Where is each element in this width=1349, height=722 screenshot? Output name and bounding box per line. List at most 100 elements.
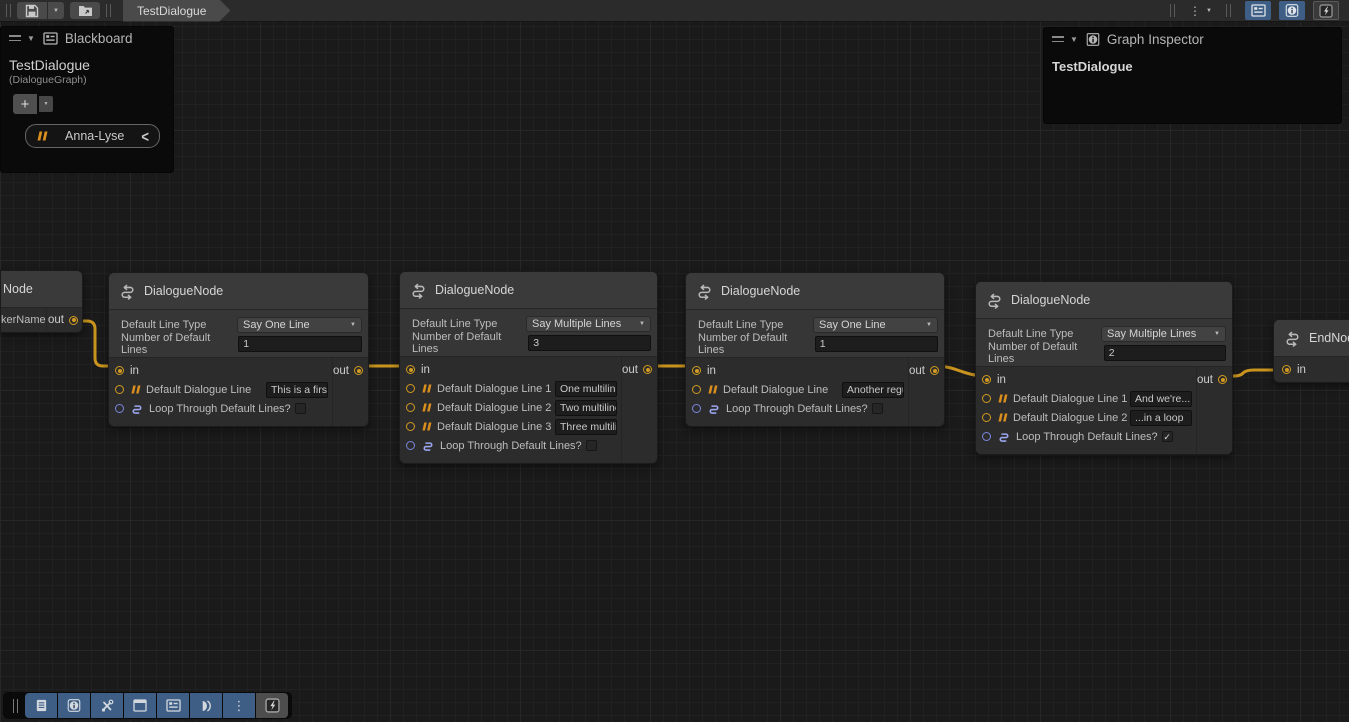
plugin-button-bottom[interactable] [256,693,288,718]
start-node[interactable]: Node kerName out [0,270,83,333]
loop-checkbox[interactable] [295,403,306,414]
property-expand-chevron[interactable]: < [141,127,149,145]
transition-button[interactable] [190,693,222,718]
dialogue-line-port[interactable] [982,413,991,422]
num-lines-field[interactable]: 2 [1104,345,1226,361]
in-port-label: in [997,374,1006,386]
in-port[interactable] [115,366,124,375]
dialogue-line-field[interactable]: Two multiline [555,400,617,416]
blackboard-button[interactable] [157,693,189,718]
kebab-icon: ⋮ [233,699,246,712]
dialogue-line-port[interactable] [115,385,124,394]
out-port-label: out [909,365,925,377]
graph-inspector-collapse-arrow[interactable]: ▼ [1070,35,1078,44]
blackboard-drag-handle[interactable] [9,35,21,41]
num-lines-field[interactable]: 1 [238,336,362,352]
dialogue-line-label: Default Dialogue Line [146,384,251,396]
blackboard-property-anna-lyse[interactable]: Anna-Lyse < [25,124,160,148]
line-type-dropdown[interactable]: Say One Line ▼ [813,317,938,333]
loop-port[interactable] [982,432,991,441]
dialogue-line-port[interactable] [406,384,415,393]
in-port-label: in [130,365,139,377]
loop-port[interactable] [406,441,415,450]
dialogue-line-port[interactable] [692,385,701,394]
save-button[interactable] [17,2,47,19]
dialogue-node-3[interactable]: DialogueNode Default Line Type Say One L… [685,272,945,427]
dialogue-line-field[interactable]: ...in a loop [1130,410,1192,426]
window-icon [133,699,147,712]
dialogue-node-4[interactable]: DialogueNode Default Line Type Say Multi… [975,281,1233,455]
toolbar-drag-handle[interactable] [6,4,11,17]
half-circle-icon [199,699,213,713]
dialogue-line-port[interactable] [406,403,415,412]
out-port[interactable] [354,366,363,375]
node-title: DialogueNode [435,283,514,297]
end-node[interactable]: EndNode in [1273,319,1349,383]
blackboard-graph-name: TestDialogue [1,49,173,73]
node-header: Node [1,271,82,308]
out-port[interactable] [69,316,78,325]
dialogue-line-field[interactable]: One multiline [555,381,617,397]
out-port[interactable] [643,365,652,374]
tools-button[interactable] [91,693,123,718]
lightning-icon [265,698,280,713]
open-asset-button[interactable] [70,2,100,19]
in-port[interactable] [692,366,701,375]
loop-checkbox[interactable] [872,403,883,414]
tools-icon [100,699,114,713]
toolbar-options-button[interactable]: ⋮ ▼ [1181,2,1220,19]
loop-label: Loop Through Default Lines? [726,403,868,415]
loop-port[interactable] [692,404,701,413]
lightning-icon [1319,4,1333,18]
loop-checkbox[interactable] [586,440,597,451]
line-type-value: Say Multiple Lines [1107,328,1196,340]
tab-testdialogue[interactable]: TestDialogue [123,0,230,22]
node-header: DialogueNode [976,282,1232,319]
dialogue-line-field[interactable]: Three multili [555,419,617,435]
graph-inspector-drag-handle[interactable] [1052,36,1064,42]
plugin-button[interactable] [1313,1,1339,20]
graph-inspector-header[interactable]: ▼ Graph Inspector [1044,28,1341,50]
quote-icon [997,413,1008,422]
dialogue-line-field[interactable]: Another regu [842,382,904,398]
line-type-dropdown[interactable]: Say Multiple Lines ▼ [1101,326,1226,342]
blackboard-panel[interactable]: ▼ Blackboard TestDialogue (DialogueGraph… [0,26,174,173]
node-header: DialogueNode [686,273,944,310]
window-button[interactable] [124,693,156,718]
out-port[interactable] [1218,375,1227,384]
add-property-caret[interactable]: ▼ [39,96,53,112]
num-lines-field[interactable]: 3 [528,335,651,351]
dialogue-node-1[interactable]: DialogueNode Default Line Type Say One L… [108,272,369,427]
out-port[interactable] [930,366,939,375]
toggle-blackboard-button[interactable] [1245,1,1271,20]
console-button[interactable] [25,693,57,718]
dialogue-node-2[interactable]: DialogueNode Default Line Type Say Multi… [399,271,658,464]
dialogue-line-field[interactable]: And we're... [1130,391,1192,407]
blackboard-graph-type: (DialogueGraph) [1,73,173,86]
dialogue-line-port[interactable] [406,422,415,431]
graph-canvas[interactable]: ▼ TestDialogue ⋮ ▼ [0,0,1349,722]
line-type-value: Say One Line [243,319,310,331]
in-port[interactable] [406,365,415,374]
blackboard-header[interactable]: ▼ Blackboard [1,27,173,49]
blackboard-collapse-arrow[interactable]: ▼ [27,34,35,43]
toggle-graph-inspector-button[interactable] [1279,1,1305,20]
loop-port[interactable] [115,404,124,413]
toolbar-separator-right2 [1226,4,1231,17]
loop-checkbox[interactable]: ✓ [1162,431,1173,442]
dialogue-line-port[interactable] [982,394,991,403]
add-property-button[interactable]: + [13,94,37,114]
graph-inspector-panel[interactable]: ▼ Graph Inspector TestDialogue [1043,27,1342,124]
line-type-dropdown[interactable]: Say One Line ▼ [237,317,362,333]
num-lines-field[interactable]: 1 [815,336,938,352]
in-port[interactable] [1282,365,1291,374]
in-port[interactable] [982,375,991,384]
inspector-button[interactable] [58,693,90,718]
line-type-dropdown[interactable]: Say Multiple Lines ▼ [526,316,651,332]
save-options-button[interactable]: ▼ [48,2,64,19]
dialogue-line-field[interactable]: This is a first [266,382,328,398]
more-options-button[interactable]: ⋮ [223,693,255,718]
blackboard-icon [43,32,58,45]
bottom-toolbar-drag-handle[interactable] [13,699,18,713]
dialogue-line-label: Default Dialogue Line 2 [437,402,551,414]
